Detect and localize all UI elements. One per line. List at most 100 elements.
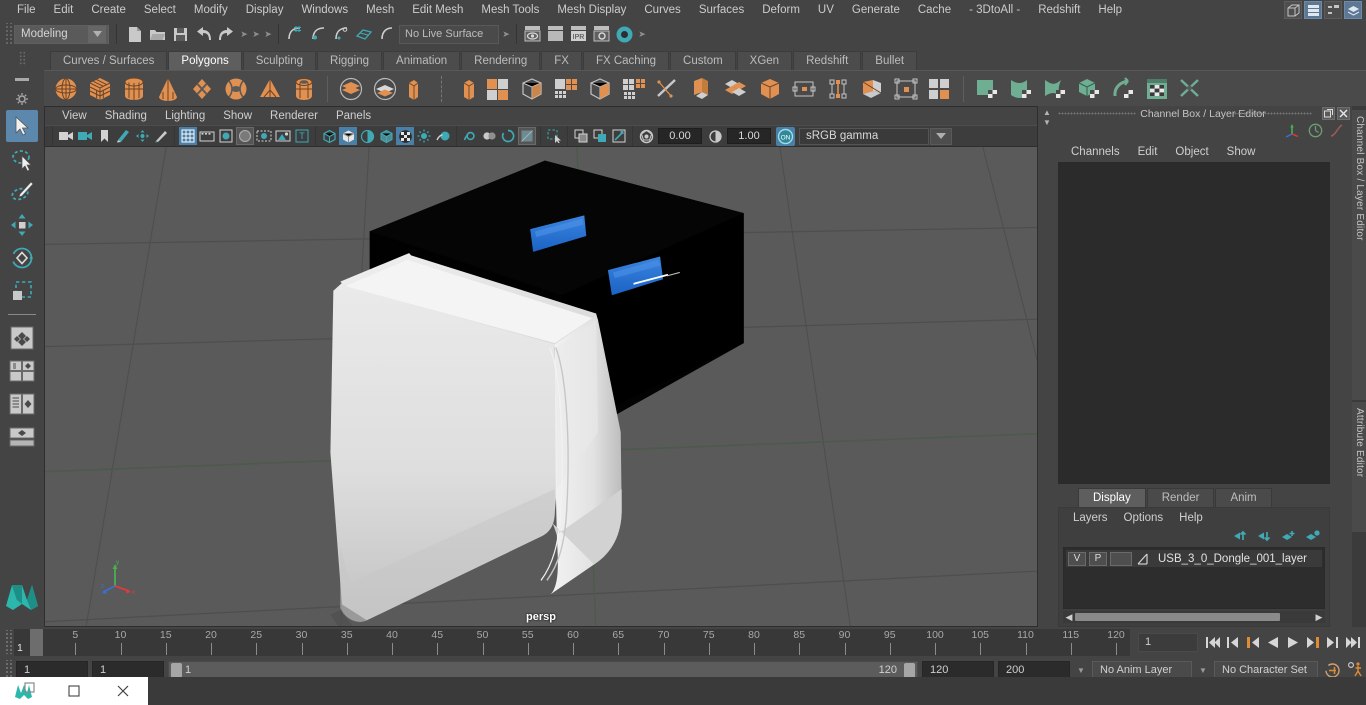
menu-file[interactable]: File: [8, 0, 45, 20]
shaded-wireframe-icon[interactable]: [377, 127, 395, 145]
new-layer-icon[interactable]: [1281, 530, 1297, 545]
panel-menu-lighting[interactable]: Lighting: [156, 107, 214, 125]
use-all-lights-icon[interactable]: [236, 127, 254, 145]
color-space-selector[interactable]: sRGB gamma: [799, 127, 929, 145]
combine-icon[interactable]: [403, 73, 435, 105]
snap-to-grid-icon[interactable]: [284, 24, 305, 45]
chevron-down-icon[interactable]: [88, 25, 106, 43]
layer-color-swatch-icon[interactable]: [1135, 551, 1151, 566]
isolate-select-icon[interactable]: [545, 127, 563, 145]
layer-tab-render[interactable]: Render: [1146, 488, 1215, 507]
uv-cylindrical-icon[interactable]: [1005, 73, 1037, 105]
shelf-tab-fx-caching[interactable]: FX Caching: [582, 51, 670, 70]
menu-cache[interactable]: Cache: [909, 0, 960, 20]
layer-row[interactable]: V P USB_3_0_Dongle_001_layer: [1066, 550, 1322, 567]
shelf-menu-icon[interactable]: [13, 74, 31, 84]
uv-unfold-icon[interactable]: [1107, 73, 1139, 105]
shelf-tab-redshift[interactable]: Redshift: [793, 51, 862, 70]
hardware-texturing-icon[interactable]: [217, 127, 235, 145]
smooth-proxy-icon[interactable]: [550, 73, 582, 105]
save-scene-icon[interactable]: [170, 24, 191, 45]
move-layer-down-icon[interactable]: [1257, 530, 1273, 545]
viewport-scroll-strip[interactable]: ▲ ▼: [1040, 106, 1054, 627]
quick-layout-single-icon[interactable]: [6, 322, 38, 354]
bevel-icon[interactable]: [720, 73, 752, 105]
poly-tools-icon[interactable]: [924, 73, 956, 105]
append-polygon-icon[interactable]: [856, 73, 888, 105]
layer-menu-help[interactable]: Help: [1171, 512, 1211, 524]
shadows-icon[interactable]: [255, 127, 273, 145]
panel-copy-icon[interactable]: [591, 127, 609, 145]
menu-create[interactable]: Create: [82, 0, 135, 20]
x-ray-joints-icon[interactable]: [461, 127, 479, 145]
menu-mesh-display[interactable]: Mesh Display: [548, 0, 635, 20]
paint-select-tool-icon[interactable]: [6, 176, 38, 208]
shelf-tab-curves-surfaces[interactable]: Curves / Surfaces: [50, 51, 168, 70]
grid-toggle-icon[interactable]: [179, 127, 197, 145]
close-icon[interactable]: [1337, 107, 1350, 120]
restore-window-icon[interactable]: [61, 678, 87, 704]
shelf-tab-custom[interactable]: Custom: [670, 51, 736, 70]
layer-playback-toggle[interactable]: P: [1089, 551, 1107, 566]
mirror-icon[interactable]: [516, 73, 548, 105]
select-camera-icon[interactable]: [57, 127, 75, 145]
panel-menu-renderer[interactable]: Renderer: [261, 107, 327, 125]
lasso-select-tool-icon[interactable]: [6, 143, 38, 175]
shelf-tab-xgen[interactable]: XGen: [736, 51, 793, 70]
poly-torus-icon[interactable]: [220, 73, 252, 105]
sidetab-channel-box-layer-editor[interactable]: Channel Box / Layer Editor: [1352, 110, 1366, 400]
exposure-field[interactable]: 0.00: [658, 128, 702, 144]
grease-pencil-icon[interactable]: [152, 127, 170, 145]
texture-shading-icon[interactable]: [396, 127, 414, 145]
anim-layer-chevron-down-icon[interactable]: ▼: [1074, 666, 1088, 675]
render-settings-icon[interactable]: [591, 24, 612, 45]
live-surface-field[interactable]: No Live Surface: [399, 24, 499, 44]
layer-visibility-toggle[interactable]: V: [1068, 551, 1086, 566]
persp-viewport[interactable]: persp y x z: [45, 147, 1037, 626]
scrollbar-thumb[interactable]: [1075, 613, 1280, 621]
statusline-collapse-2[interactable]: ➤: [251, 24, 261, 44]
channelbox-menu-edit[interactable]: Edit: [1129, 146, 1167, 158]
menu-curves[interactable]: Curves: [635, 0, 689, 20]
uv-cut-sew-icon[interactable]: [1175, 73, 1207, 105]
menuset-selector[interactable]: Modeling: [14, 24, 109, 44]
redo-icon[interactable]: [216, 24, 237, 45]
target-weld-icon[interactable]: [788, 73, 820, 105]
layer-menu-layers[interactable]: Layers: [1065, 512, 1116, 524]
bookmark-icon[interactable]: [95, 127, 113, 145]
axis-mini-gizmo-icon[interactable]: [1285, 123, 1302, 141]
snap-to-point-icon[interactable]: [330, 24, 351, 45]
menu-uv[interactable]: UV: [809, 0, 843, 20]
channel-curve-icon[interactable]: [1329, 123, 1344, 141]
sidetab-attribute-editor[interactable]: Attribute Editor: [1352, 402, 1366, 532]
play-forwards-icon[interactable]: [1284, 632, 1302, 652]
shelf-tab-animation[interactable]: Animation: [383, 51, 461, 70]
quick-layout-persp-icon[interactable]: [6, 421, 38, 453]
step-back-icon[interactable]: [1224, 632, 1242, 652]
poly-sphere-icon[interactable]: [50, 73, 82, 105]
scale-tool-icon[interactable]: [6, 275, 38, 307]
scroll-left-icon[interactable]: ◀: [1063, 612, 1075, 623]
uv-editor-icon[interactable]: [1141, 73, 1173, 105]
panel-zoom-icon[interactable]: [572, 127, 590, 145]
multi-cut-icon[interactable]: [652, 73, 684, 105]
new-layer-from-selection-icon[interactable]: [1305, 529, 1321, 545]
extrude-icon[interactable]: [686, 73, 718, 105]
layers-workspace-icon[interactable]: [1344, 1, 1362, 19]
panel-menu-view[interactable]: View: [53, 107, 96, 125]
layer-list[interactable]: V P USB_3_0_Dongle_001_layer: [1063, 547, 1325, 609]
current-time-indicator[interactable]: [30, 628, 43, 656]
menu-display[interactable]: Display: [237, 0, 293, 20]
poly-cone-icon[interactable]: [152, 73, 184, 105]
modeling-workspace-icon[interactable]: [1284, 1, 1302, 19]
ao-icon[interactable]: [274, 127, 292, 145]
viewport-display-icon[interactable]: [518, 127, 536, 145]
menu-edit-mesh[interactable]: Edit Mesh: [403, 0, 472, 20]
channel-speed-icon[interactable]: [1308, 123, 1323, 141]
poly-plane-icon[interactable]: [186, 73, 218, 105]
uv-automatic-icon[interactable]: [1073, 73, 1105, 105]
shelf-tab-fx[interactable]: FX: [541, 51, 582, 70]
go-to-start-icon[interactable]: [1204, 632, 1222, 652]
timeslider-grip[interactable]: [4, 630, 12, 654]
channel-box-attribute-list[interactable]: [1058, 162, 1330, 484]
